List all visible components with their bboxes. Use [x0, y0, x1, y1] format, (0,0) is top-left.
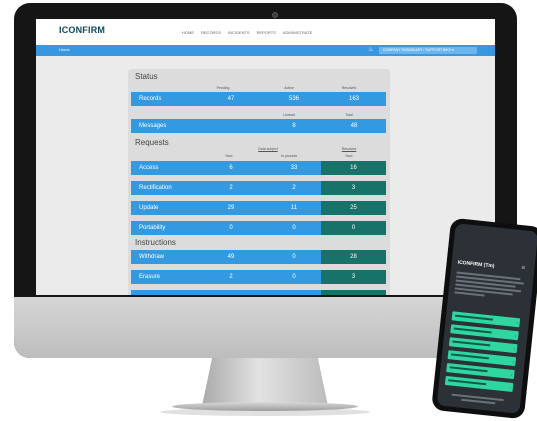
- account-dropdown[interactable]: COMPANY SUBSIDIARY / SUPPORT BIKE ▾: [379, 47, 477, 54]
- header-active: Active: [284, 86, 294, 90]
- bell-icon[interactable]: ♨: [368, 46, 373, 53]
- row-label: Erasure: [139, 274, 161, 280]
- row-messages[interactable]: Messages 8 48: [131, 119, 386, 133]
- value-in-process: 0: [292, 225, 296, 231]
- nav-home[interactable]: HOME: [182, 30, 194, 35]
- value-active: 536: [288, 96, 299, 102]
- monitor-stand-foot: [172, 402, 358, 411]
- chevron-right-icon: ›: [514, 332, 517, 339]
- value-new: 6: [229, 165, 233, 171]
- button-text: [448, 379, 487, 386]
- button-text: [455, 314, 494, 321]
- camera-icon: [272, 12, 278, 18]
- button-text: [450, 353, 489, 360]
- nav-records[interactable]: RECORDS: [201, 30, 221, 35]
- header-now: Now: [345, 154, 353, 158]
- row-withdraw[interactable]: Withdraw 49 0 28: [131, 250, 386, 264]
- value-resolved: 16: [350, 165, 357, 171]
- phone-menu-button[interactable]: ›: [444, 375, 514, 393]
- resolved-cell: 28: [321, 250, 386, 264]
- resolved-cell: 3: [321, 181, 386, 195]
- value-resolved: 3: [351, 185, 356, 191]
- breadcrumb[interactable]: Home: [59, 47, 70, 52]
- button-text: [453, 327, 492, 334]
- header-data-subject: Data subject: [258, 147, 278, 151]
- chevron-right-icon: ›: [513, 345, 516, 352]
- row-label: Rectification: [139, 185, 172, 191]
- resolved-cell: 16: [321, 161, 386, 175]
- header-pending: Pending: [216, 86, 230, 90]
- hamburger-icon[interactable]: ≡: [521, 265, 525, 271]
- nav-administrate[interactable]: ADMINISTRATE: [283, 30, 312, 35]
- row-label: Messages: [139, 123, 167, 129]
- section-title-instructions: Instructions: [135, 238, 176, 247]
- resolved-cell: [321, 290, 386, 295]
- header-unread: Unread: [283, 113, 295, 117]
- phone-logo: ICONFIRM (Tm): [457, 259, 495, 270]
- button-text: [452, 340, 491, 347]
- value-new: 0: [229, 225, 233, 231]
- value-total: 48: [350, 123, 358, 129]
- value-in-process: 33: [290, 165, 298, 171]
- row-portability[interactable]: Portability 0 0 0: [131, 221, 386, 235]
- row-records[interactable]: Records 47 536 163: [131, 92, 386, 106]
- main-menu: HOME RECORDS INCIDENTS REPORTS ADMINISTR…: [182, 30, 312, 35]
- row-label: Withdraw: [139, 254, 165, 260]
- resolved-cell: 3: [321, 270, 386, 284]
- row-label: Update: [139, 205, 159, 211]
- nav-reports[interactable]: REPORTS: [257, 30, 276, 35]
- dashboard-panel: Status Pending Active Resolved Records 4…: [128, 69, 390, 295]
- row-partial[interactable]: [131, 290, 386, 295]
- nav-incidents[interactable]: INCIDENTS: [228, 30, 250, 35]
- logo-text: ICONFIRM: [59, 25, 106, 35]
- chevron-right-icon: ›: [516, 320, 518, 326]
- resolved-cell: 25: [321, 201, 386, 215]
- chevron-right-icon: ›: [512, 358, 514, 364]
- phone-screen: ICONFIRM (Tm) ≡ › › › › › ›: [436, 223, 537, 414]
- value-resolved: 0: [351, 225, 356, 231]
- value-unread: 8: [292, 123, 296, 129]
- value-resolved: 3: [351, 274, 356, 280]
- resolved-cell: 0: [321, 221, 386, 235]
- button-text: [449, 366, 488, 373]
- row-rectification[interactable]: Rectification 2 2 3: [131, 181, 386, 195]
- row-access[interactable]: Access 6 33 16: [131, 161, 386, 175]
- breadcrumb-bar: Home ♨ COMPANY SUBSIDIARY / SUPPORT BIKE…: [36, 45, 495, 56]
- section-title-requests: Requests: [135, 138, 169, 147]
- row-erasure[interactable]: Erasure 2 0 3: [131, 270, 386, 284]
- top-navigation: ICONFIRM HOME RECORDS INCIDENTS REPORTS …: [36, 19, 495, 45]
- value-new: 29: [227, 205, 235, 211]
- chevron-right-icon: ›: [509, 384, 512, 390]
- value-resolved: 28: [350, 254, 357, 260]
- header-resolved-group: Resolved: [341, 147, 357, 151]
- value-in-process: 0: [292, 274, 296, 280]
- row-label: Portability: [139, 225, 166, 231]
- chevron-right-icon: ›: [510, 371, 513, 377]
- row-label: Access: [139, 165, 159, 171]
- value-resolved: 163: [348, 96, 359, 102]
- value-resolved: 25: [350, 205, 357, 211]
- header-resolved: Resolved: [341, 86, 357, 90]
- header-total: Total: [345, 113, 353, 117]
- header-in-process: In process: [280, 154, 298, 158]
- value-in-process: 2: [292, 185, 296, 191]
- value-in-process: 11: [290, 205, 298, 211]
- row-update[interactable]: Update 29 11 25: [131, 201, 386, 215]
- section-title-status: Status: [135, 72, 158, 81]
- value-new: 2: [229, 185, 233, 191]
- value-new: 49: [227, 254, 235, 260]
- app-logo[interactable]: ICONFIRM: [59, 25, 105, 35]
- header-new: New: [225, 154, 233, 158]
- value-in-process: 0: [292, 254, 296, 260]
- row-label: Records: [139, 96, 162, 102]
- value-pending: 47: [227, 96, 235, 102]
- value-new: 2: [229, 274, 233, 280]
- monitor-stand-neck: [202, 358, 328, 406]
- app-screen: ICONFIRM HOME RECORDS INCIDENTS REPORTS …: [36, 19, 495, 295]
